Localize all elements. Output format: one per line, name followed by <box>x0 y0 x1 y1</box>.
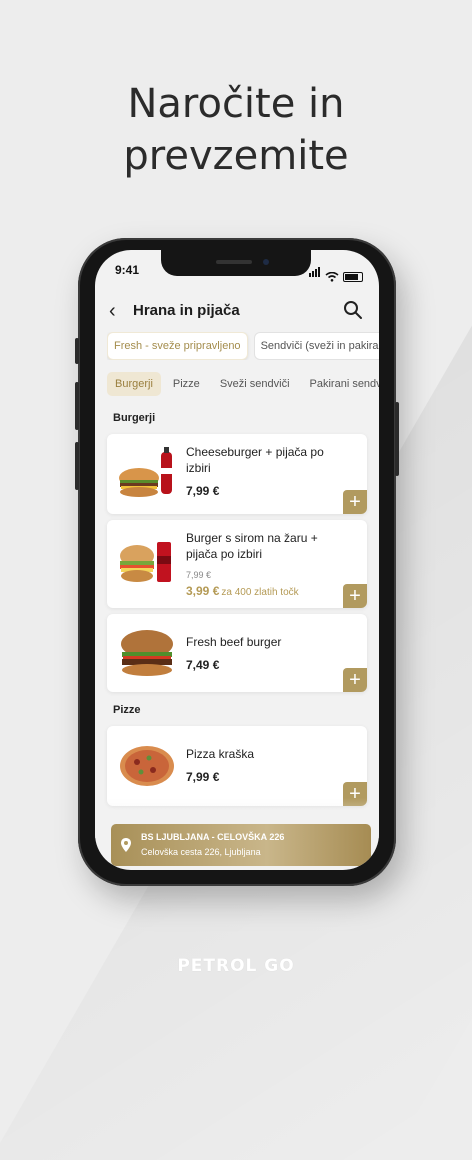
subcategory-tabs: Burgerji Pizze Sveži sendviči Pakirani send… <box>107 372 379 396</box>
phone-frame: 9:41 ‹ Hrana in pijača Fresh - sveže pri… <box>75 238 399 886</box>
camera <box>263 259 269 265</box>
item-old-price: 7,99 € <box>186 570 212 580</box>
battery-icon <box>343 272 363 282</box>
location-pin-icon <box>121 838 131 852</box>
status-time: 9:41 <box>115 263 140 277</box>
notch <box>161 250 311 276</box>
page-title: Hrana in pijača <box>133 302 240 319</box>
back-arrow-icon[interactable]: ‹ <box>109 300 116 323</box>
pizza-image <box>120 746 174 786</box>
app-header: ‹ Hrana in pijača <box>95 294 379 328</box>
add-to-cart-button[interactable]: + <box>343 584 367 608</box>
mute-switch <box>75 338 79 364</box>
location-address: Celovška cesta 226, Ljubljana <box>141 847 261 857</box>
brand-logo: PETROL GO <box>177 956 295 976</box>
menu-item-card[interactable]: Burger s sirom na žaru + pijača po izbir… <box>107 520 367 608</box>
tab-burgerji[interactable]: Burgerji <box>107 372 161 396</box>
menu-item-card[interactable]: Cheeseburger + pijača po izbiri 7,99 € + <box>107 434 367 514</box>
speaker <box>216 260 252 264</box>
add-to-cart-button[interactable]: + <box>343 668 367 692</box>
beef-burger-image <box>121 630 173 676</box>
location-bar[interactable]: BS LJUBLJANA - CELOVŠKA 226 Celovška ces… <box>111 824 371 866</box>
promo-note: za 400 zlatih točk <box>221 587 299 598</box>
item-name: Fresh beef burger <box>186 635 282 649</box>
item-promo-price: 3,99 € za 400 zlatih točk <box>186 584 299 598</box>
item-price: 7,99 € <box>186 484 220 498</box>
volume-down-button <box>75 442 79 490</box>
signal-icon <box>309 264 321 282</box>
headline-line-1: Naročite in <box>127 81 345 127</box>
section-title-pizze: Pizze <box>113 704 141 716</box>
item-name: Pizza kraška <box>186 747 255 761</box>
item-name: Cheeseburger + pijača po izbiri <box>186 445 324 475</box>
add-to-cart-button[interactable]: + <box>343 490 367 514</box>
tab-svezi-sendvici[interactable]: Sveži sendviči <box>212 372 298 396</box>
tab-pizze[interactable]: Pizze <box>165 372 208 396</box>
headline: Naročite in prevzemite <box>0 78 472 182</box>
location-name: BS LJUBLJANA - CELOVŠKA 226 <box>141 832 285 842</box>
category-chips: Fresh - sveže pripravljeno Sendviči (svež… <box>107 332 379 360</box>
cheeseburger-drink-image <box>119 447 172 497</box>
grilled-cheese-burger-drink-image <box>120 542 171 582</box>
promo-price-value: 3,99 € <box>186 584 220 598</box>
item-price: 7,99 € <box>186 770 220 784</box>
menu-item-card[interactable]: Pizza kraška 7,99 € + <box>107 726 367 806</box>
item-price: 7,49 € <box>186 658 220 672</box>
phone-screen: 9:41 ‹ Hrana in pijača Fresh - sveže pri… <box>95 250 379 870</box>
chip-sendvici[interactable]: Sendviči (sveži in pakira <box>253 332 379 360</box>
headline-line-2: prevzemite <box>123 133 349 179</box>
item-name: Burger s sirom na žaru + pijača po izbir… <box>186 531 318 561</box>
volume-up-button <box>75 382 79 430</box>
status-icons <box>309 264 363 282</box>
chip-fresh[interactable]: Fresh - sveže pripravljeno <box>107 332 248 360</box>
wifi-icon <box>325 272 339 282</box>
tab-pakirani-sendvici[interactable]: Pakirani sendv <box>302 372 379 396</box>
power-button <box>395 402 399 476</box>
search-icon[interactable] <box>341 298 365 322</box>
section-title-burgerji: Burgerji <box>113 412 156 424</box>
menu-item-card[interactable]: Fresh beef burger 7,49 € + <box>107 614 367 692</box>
